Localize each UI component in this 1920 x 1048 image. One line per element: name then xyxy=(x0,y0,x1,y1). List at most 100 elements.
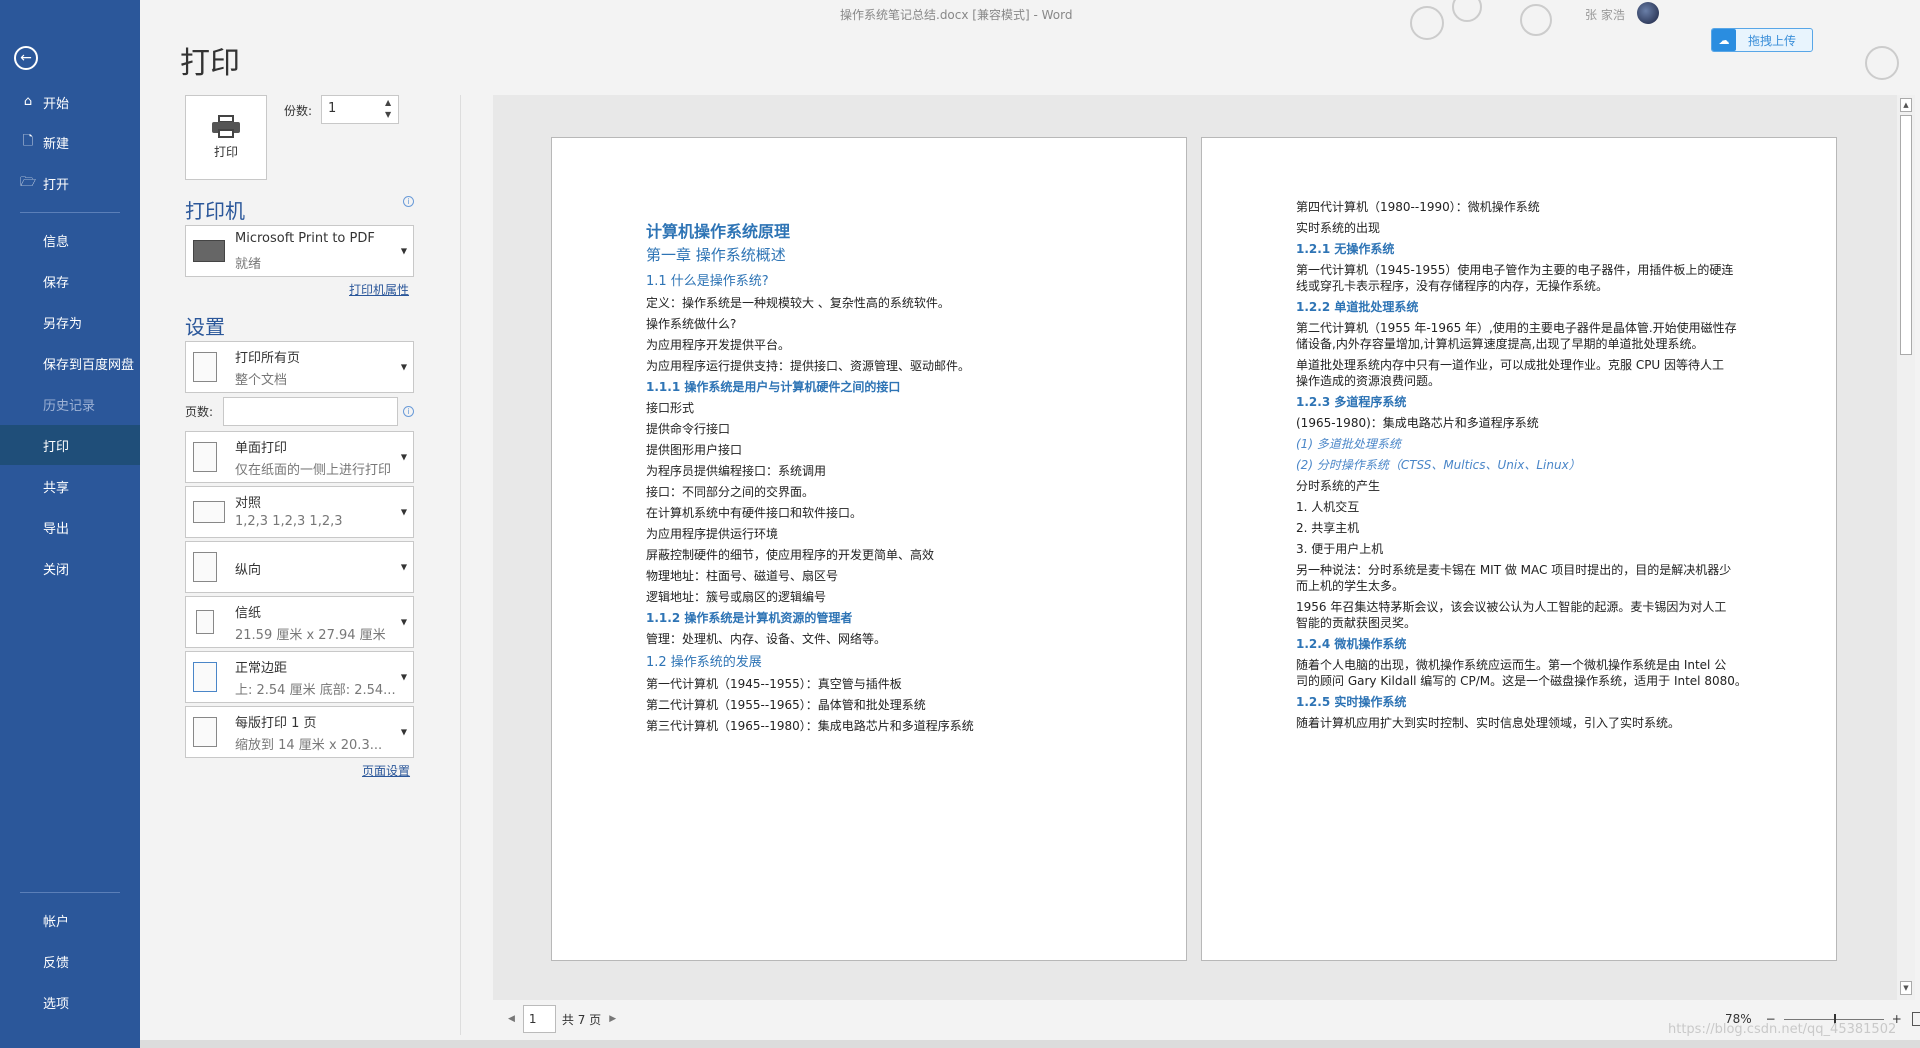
nav-item-share[interactable]: 共享 xyxy=(0,466,140,506)
nav-item-label: 开始 xyxy=(43,96,70,112)
backstage-nav: ← ⌂ 开始 🗋 新建 🗁 打开 信息 保存 另存为 保存到百度网盘 历史记录 xyxy=(0,0,140,1048)
printer-select[interactable]: Microsoft Print to PDF 就绪 ▼ xyxy=(185,225,414,277)
scroll-down-icon[interactable]: ▼ xyxy=(1900,981,1912,995)
vertical-scrollbar[interactable]: ▲ ▼ xyxy=(1897,95,1915,1000)
collate-select[interactable]: 对照 1,2,3 1,2,3 1,2,3 ▼ xyxy=(185,486,414,538)
document-text-line: 1956 年召集达特茅斯会议，该会议被公认为人工智能的起源。麦卡锡因为对人工 xyxy=(1296,600,1727,614)
nav-item-label: 打印 xyxy=(43,439,70,455)
baidu-upload-button[interactable]: ☁ 拖拽上传 xyxy=(1711,28,1813,52)
zoom-slider[interactable] xyxy=(1783,1013,1884,1024)
nav-item-options[interactable]: 选项 xyxy=(0,982,140,1022)
print-range-sub: 整个文档 xyxy=(235,373,288,388)
info-icon[interactable]: i xyxy=(403,406,414,417)
margins-sub: 上: 2.54 厘米 底部: 2.54... xyxy=(235,683,396,698)
info-icon[interactable]: i xyxy=(403,196,414,207)
printer-heading: 打印机 xyxy=(185,199,245,223)
print-range-main: 打印所有页 xyxy=(235,351,301,366)
print-range-select[interactable]: 打印所有页 整个文档 ▼ xyxy=(185,341,414,393)
cloud-icon: ☁ xyxy=(1712,29,1736,51)
preview-page-left: 计算机操作系统原理 第一章 操作系统概述 1.1 什么是操作系统? 定义：操作系统是一… xyxy=(551,137,1187,961)
pages-label: 页数: xyxy=(185,405,214,419)
sides-sub: 仅在纸面的一侧上进行打印 xyxy=(235,463,392,478)
next-page-icon[interactable]: ▶ xyxy=(609,1014,616,1024)
nav-item-info[interactable]: 信息 xyxy=(0,220,140,260)
document-title: 操作系统笔记总结.docx [兼容模式] - Word xyxy=(840,8,1073,22)
collate-main: 对照 xyxy=(235,496,262,511)
nav-item-history[interactable]: 历史记录 xyxy=(0,384,140,424)
nav-item-label: 反馈 xyxy=(43,955,70,971)
orientation-main: 纵向 xyxy=(235,563,262,578)
margins-main: 正常边距 xyxy=(235,661,288,676)
pages-per-sheet-select[interactable]: 每版打印 1 页 缩放到 14 厘米 x 20.3... ▼ xyxy=(185,706,414,758)
nav-item-save-baidu[interactable]: 保存到百度网盘 xyxy=(0,343,140,383)
document-text-line: 分时系统的产生 xyxy=(1296,479,1381,493)
document-text-line: 1. 人机交互 xyxy=(1296,500,1360,514)
background-pattern xyxy=(1520,4,1552,36)
document-text-line: 操作造成的资源浪费问题。 xyxy=(1296,374,1441,388)
nav-item-label: 历史记录 xyxy=(43,398,96,414)
nav-item-close[interactable]: 关闭 xyxy=(0,548,140,588)
printer-status: 就绪 xyxy=(235,257,262,272)
document-text-line: 单道批处理系统内存中只有一道作业，可以成批处理作业。克服 CPU 因等待人工 xyxy=(1296,358,1725,372)
avatar[interactable] xyxy=(1637,2,1659,24)
scroll-up-icon[interactable]: ▲ xyxy=(1900,98,1912,112)
orientation-select[interactable]: 纵向 ▼ xyxy=(185,541,414,593)
document-text-line: (1) 多道批处理系统 xyxy=(1296,437,1401,451)
document-text-line: 物理地址：柱面号、磁道号、扇区号 xyxy=(646,569,839,583)
nav-item-label: 选项 xyxy=(43,996,70,1012)
copies-spinner[interactable]: ▲ ▼ xyxy=(385,97,391,121)
nav-item-open[interactable]: 🗁 打开 xyxy=(0,163,140,203)
single-side-icon xyxy=(193,442,217,472)
document-text-line: 第四代计算机（1980--1990）：微机操作系统 xyxy=(1296,200,1540,214)
title-bar: 操作系统笔记总结.docx [兼容模式] - Word 张 家浩 ☁ 拖拽上传 xyxy=(140,0,1920,80)
document-text-line: 线或穿孔卡表示程序，没有存储程序的内存，无操作系统。 xyxy=(1296,279,1609,293)
pages-input[interactable] xyxy=(223,397,398,426)
scrollbar-thumb[interactable] xyxy=(1900,115,1912,355)
user-name[interactable]: 张 家浩 xyxy=(1585,6,1625,23)
document-text-line: 为应用程序提供运行环境 xyxy=(646,527,779,541)
document-text-line: 接口形式 xyxy=(646,401,695,415)
print-button[interactable]: 打印 xyxy=(185,95,267,180)
new-doc-icon: 🗋 xyxy=(22,134,34,149)
printer-device-icon xyxy=(193,240,225,262)
nav-item-new[interactable]: 🗋 新建 xyxy=(0,122,140,162)
page-setup-link[interactable]: 页面设置 xyxy=(362,762,410,779)
chevron-down-icon: ▼ xyxy=(400,727,407,737)
document-heading: 1.1.2 操作系统是计算机资源的管理者 xyxy=(646,611,853,625)
nav-item-save-as[interactable]: 另存为 xyxy=(0,302,140,342)
printer-name: Microsoft Print to PDF xyxy=(235,231,375,246)
document-text-line: 为应用程序开发提供平台。 xyxy=(646,338,791,352)
sides-select[interactable]: 单面打印 仅在纸面的一侧上进行打印 ▼ xyxy=(185,431,414,483)
margins-select[interactable]: 正常边距 上: 2.54 厘米 底部: 2.54... ▼ xyxy=(185,651,414,703)
sides-main: 单面打印 xyxy=(235,441,288,456)
printer-properties-link[interactable]: 打印机属性 xyxy=(349,281,409,298)
copies-label: 份数: xyxy=(284,104,313,118)
background-pattern xyxy=(1865,46,1899,80)
nav-item-print[interactable]: 打印 xyxy=(0,425,140,465)
portrait-icon xyxy=(193,552,217,582)
document-text-line: 储设备,内外存容量增加,计算机运算速度提高,出现了早期的单道批处理系统。 xyxy=(1296,337,1704,351)
nav-item-export[interactable]: 导出 xyxy=(0,507,140,547)
pages-icon xyxy=(193,352,217,382)
nav-item-save[interactable]: 保存 xyxy=(0,261,140,301)
per-sheet-sub: 缩放到 14 厘米 x 20.3... xyxy=(235,738,383,753)
document-text-line: 随着个人电脑的出现，微机操作系统应运而生。第一个微机操作系统是由 Intel 公 xyxy=(1296,658,1727,672)
document-heading: 1.2 操作系统的发展 xyxy=(646,655,762,670)
collate-sub: 1,2,3 1,2,3 1,2,3 xyxy=(235,514,343,529)
previous-page-icon[interactable]: ◀ xyxy=(508,1014,515,1024)
page-navigator: ◀ 1 共 7 页 ▶ xyxy=(500,1005,624,1033)
nav-item-account[interactable]: 帐户 xyxy=(0,900,140,940)
paper-size-select[interactable]: 信纸 21.59 厘米 x 27.94 厘米 ▼ xyxy=(185,596,414,648)
nav-item-feedback[interactable]: 反馈 xyxy=(0,941,140,981)
document-text-line: 另一种说法：分时系统是麦卡锡在 MIT 做 MAC 项目时提出的，目的是解决机器… xyxy=(1296,563,1732,577)
current-page-input[interactable]: 1 xyxy=(522,1005,556,1033)
settings-heading: 设置 xyxy=(185,315,225,339)
document-heading: 1.2.1 无操作系统 xyxy=(1296,242,1395,256)
back-arrow-icon[interactable]: ← xyxy=(14,46,38,70)
document-heading: 1.2.4 微机操作系统 xyxy=(1296,637,1407,651)
zoom-to-page-icon[interactable] xyxy=(1911,1012,1920,1026)
baidu-upload-label: 拖拽上传 xyxy=(1748,33,1797,48)
background-pattern xyxy=(1452,0,1482,22)
nav-item-home[interactable]: ⌂ 开始 xyxy=(0,82,140,122)
watermark: https://blog.csdn.net/qq_45381502 xyxy=(1668,1022,1897,1037)
